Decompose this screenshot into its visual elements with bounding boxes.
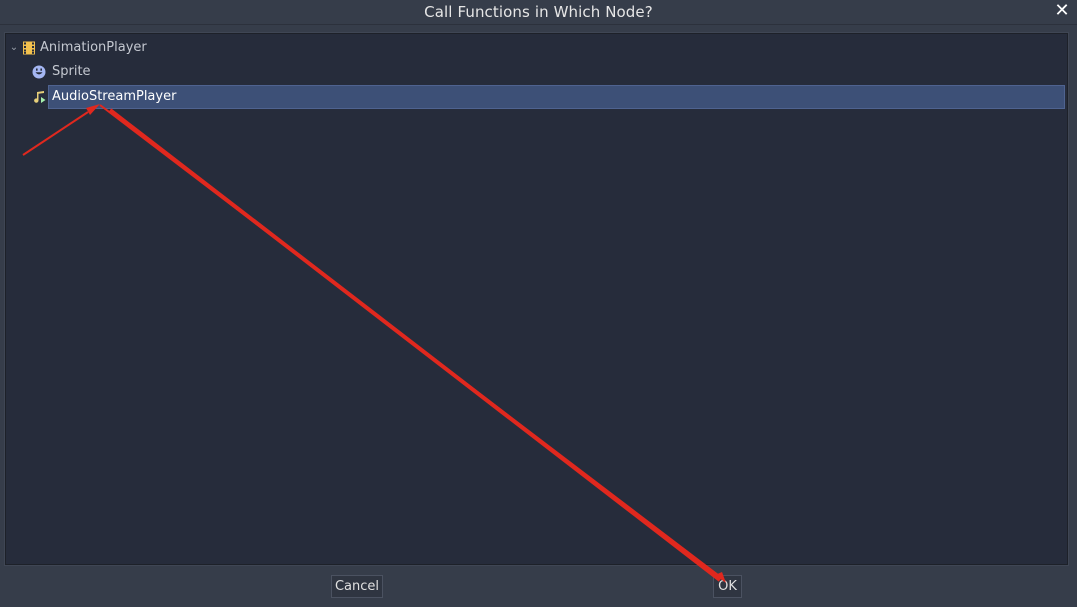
tree-item-label: Sprite	[52, 64, 91, 79]
close-icon[interactable]: ✕	[1053, 2, 1071, 20]
chevron-down-icon[interactable]: ⌄	[9, 36, 19, 60]
audio-stream-player-icon	[34, 91, 46, 103]
sprite-icon	[32, 65, 46, 79]
cancel-button[interactable]: Cancel	[331, 575, 383, 598]
call-functions-dialog: Call Functions in Which Node? ✕ ⌄ Animat…	[0, 0, 1077, 607]
title-bar: Call Functions in Which Node? ✕	[0, 0, 1077, 25]
tree-item-label: AnimationPlayer	[40, 40, 147, 55]
selection-highlight	[48, 85, 1065, 109]
animation-player-icon	[23, 41, 35, 55]
tree-item-audiostreamplayer[interactable]: AudioStreamPlayer	[32, 85, 1065, 109]
tree-item-label: AudioStreamPlayer	[52, 89, 177, 104]
ok-button[interactable]: OK	[713, 575, 742, 598]
dialog-title: Call Functions in Which Node?	[424, 3, 653, 21]
tree-item-animationplayer[interactable]: ⌄ AnimationPlayer	[8, 36, 1065, 60]
tree-item-sprite[interactable]: Sprite	[32, 60, 1065, 84]
node-tree[interactable]: ⌄ AnimationPlayer Sprite AudioStreamPlay…	[4, 32, 1069, 566]
